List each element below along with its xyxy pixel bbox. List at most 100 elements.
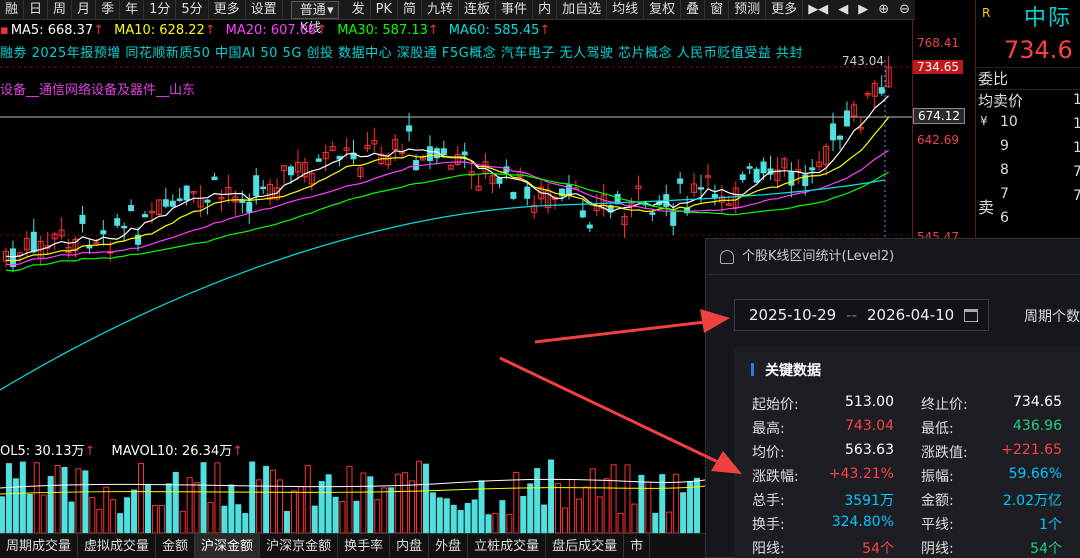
candle-body (315, 158, 322, 162)
price-tick-top: 768.41 (917, 36, 959, 50)
indicator-tab-0[interactable]: 周期成交量 (0, 534, 79, 558)
kline-range-stats-dialog: 个股K线区间统计(Level2) 2025-10-29 -- 2026-04-1… (705, 238, 1080, 558)
candle-body (79, 214, 86, 224)
play-icon[interactable]: ▶◀ (803, 0, 833, 20)
section-accent (751, 363, 754, 376)
stat-label-13: 阴线: (921, 541, 954, 557)
indicator-tab-10[interactable]: 市 (624, 534, 651, 558)
candle-body (260, 186, 267, 190)
volume-bar (54, 465, 61, 533)
candle-body (670, 212, 677, 226)
tool-button-2[interactable]: 简 (398, 0, 423, 20)
flag-badge: R (982, 6, 991, 20)
tool-button-4[interactable]: 连板 (459, 0, 497, 20)
zoom-out-icon[interactable]: ⊖ (894, 0, 915, 20)
indicator-tab-9[interactable]: 盘后成交量 (546, 534, 625, 558)
date-start[interactable]: 2025-10-29 (749, 306, 836, 324)
stat-value-12: 54个 (862, 541, 894, 557)
volume-bar (534, 468, 541, 533)
chevron-down-icon: ▾ (327, 2, 334, 18)
period-tab-4[interactable]: 季 (96, 0, 121, 20)
candle-body (739, 174, 746, 180)
period-tab-9[interactable]: 设置 (246, 0, 283, 20)
zoom-in-icon[interactable]: ⊕ (873, 0, 894, 20)
volume-bar (666, 511, 673, 533)
stat-value-10: 324.80% (831, 514, 894, 530)
period-tab-5[interactable]: 年 (120, 0, 145, 20)
candle-body (677, 178, 684, 184)
candle-body (287, 166, 294, 176)
indicator-tab-2[interactable]: 金额 (156, 534, 196, 558)
indicator-tab-8[interactable]: 立桩成交量 (468, 534, 547, 558)
volume-bar (492, 512, 499, 533)
stat-value-2: 743.04 (845, 418, 894, 434)
period-count-label: 周期个数 (1024, 309, 1080, 325)
dialog-title[interactable]: 个股K线区间统计(Level2) (706, 239, 1080, 275)
stat-label-6: 涨跌幅: (752, 469, 799, 485)
indicator-tab-6[interactable]: 内盘 (390, 534, 430, 558)
candle-body (9, 248, 16, 267)
volume-bar (318, 481, 325, 533)
volume-bar (283, 511, 290, 533)
volume-bar (464, 503, 471, 533)
tool-button-1[interactable]: PK (371, 0, 398, 20)
volume-bar (207, 501, 214, 533)
stat-value-1: 734.65 (1013, 394, 1062, 410)
ask-level-4: 6 (1000, 210, 1009, 226)
indicator-tab-4[interactable]: 沪深京金额 (260, 534, 339, 558)
candle-body (746, 166, 753, 169)
tool-button-5[interactable]: 事件 (496, 0, 534, 20)
volume-bar (110, 499, 117, 533)
indicator-tab-7[interactable]: 外盘 (429, 534, 469, 558)
candle-body (211, 176, 218, 181)
indicator-tab-1[interactable]: 虚拟成交量 (78, 534, 157, 558)
volume-bar (131, 489, 138, 533)
stat-label-3: 最低: (921, 421, 954, 437)
tool-button-13[interactable]: 更多 (766, 0, 804, 20)
volume-bar (638, 474, 645, 533)
period-tab-8[interactable]: 更多 (209, 0, 246, 20)
tool-button-10[interactable]: 叠 (681, 0, 706, 20)
period-tab-3[interactable]: 月 (72, 0, 97, 20)
tool-button-3[interactable]: 九转 (422, 0, 460, 20)
volume-bar (221, 505, 228, 533)
arrow-left-icon[interactable]: ◀ (833, 0, 853, 20)
volume-bar (117, 513, 124, 533)
tool-button-8[interactable]: 均线 (607, 0, 645, 20)
candle-body (510, 192, 517, 199)
stat-label-0: 起始价: (752, 397, 799, 413)
tool-button-7[interactable]: 加自选 (557, 0, 608, 20)
volume-bar (527, 483, 534, 533)
tool-button-9[interactable]: 复权 (644, 0, 682, 20)
date-range-picker[interactable]: 2025-10-29 -- 2026-04-10 (734, 299, 989, 331)
date-end[interactable]: 2026-04-10 (867, 306, 954, 324)
tool-button-12[interactable]: 预测 (729, 0, 767, 20)
candle-body (809, 167, 816, 171)
tool-button-0[interactable]: 发 (347, 0, 371, 20)
indicator-tab-5[interactable]: 换手率 (338, 534, 391, 558)
volume-bar (645, 481, 652, 533)
calendar-icon[interactable] (964, 309, 978, 322)
tool-button-6[interactable]: 内 (533, 0, 558, 20)
volume-bar (388, 487, 395, 533)
period-tab-1[interactable]: 日 (24, 0, 49, 20)
tool-button-11[interactable]: 窗 (705, 0, 730, 20)
arrow-right-icon[interactable]: ▶ (853, 0, 873, 20)
kline-type-dropdown[interactable]: 普通K线 ▾ (290, 0, 339, 36)
volume-bar (96, 508, 103, 533)
volume-bar (33, 462, 40, 533)
period-tab-6[interactable]: 1分 (144, 0, 177, 20)
volume-bar (360, 472, 367, 533)
period-tab-7[interactable]: 5分 (176, 0, 209, 20)
volume-bar (61, 466, 68, 533)
volume-bar (603, 478, 610, 533)
volume-bar (277, 479, 283, 533)
period-tab-0[interactable]: 融 (0, 0, 25, 20)
stat-label-10: 换手: (752, 517, 785, 533)
period-tab-2[interactable]: 周 (48, 0, 73, 20)
indicator-tab-3[interactable]: 沪深金额 (195, 534, 261, 558)
volume-bar (673, 473, 680, 533)
candle-body (830, 123, 837, 141)
stat-label-9: 金额: (921, 493, 954, 509)
volume-bar (506, 513, 513, 533)
